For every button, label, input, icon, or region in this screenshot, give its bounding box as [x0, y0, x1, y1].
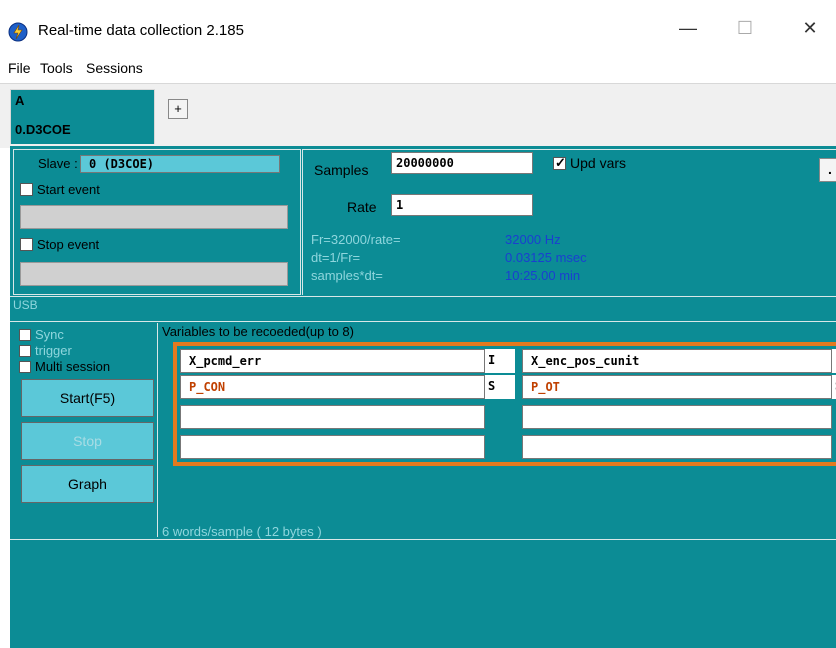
sync-label: Sync	[35, 327, 64, 342]
fr-label: Fr=32000/rate=	[311, 232, 401, 247]
checkbox-icon	[19, 361, 31, 373]
control-column: Sync trigger Multi session Start(F5) Sto…	[13, 323, 158, 537]
trigger-label: trigger	[35, 343, 72, 358]
start-event-checkbox[interactable]: Start event	[20, 182, 100, 197]
variable-1-type: I	[485, 349, 515, 373]
title-bar: Real-time data collection 2.185 — ☐ ✕	[0, 0, 836, 57]
more-options-button[interactable]: .	[819, 158, 836, 182]
session-tab-bar: A 0.D3COE +	[0, 83, 836, 148]
stop-event-field[interactable]	[20, 262, 288, 286]
checkbox-icon	[20, 238, 33, 251]
fr-value: 32000 Hz	[505, 232, 561, 247]
menu-sessions[interactable]: Sessions	[86, 60, 143, 76]
start-button[interactable]: Start(F5)	[21, 379, 154, 417]
maximize-button[interactable]: ☐	[725, 18, 765, 44]
checkbox-icon	[19, 329, 31, 341]
variable-4-field[interactable]: P_OT	[522, 375, 832, 399]
dt-label: dt=1/Fr=	[311, 250, 361, 265]
stop-event-checkbox[interactable]: Stop event	[20, 237, 99, 252]
variable-7-field[interactable]	[180, 435, 485, 459]
variable-5-field[interactable]	[180, 405, 485, 429]
stop-event-label: Stop event	[37, 237, 100, 252]
usb-label: USB	[13, 298, 38, 312]
add-tab-button[interactable]: +	[168, 99, 188, 119]
variables-heading: Variables to be recoeded(up to 8)	[162, 324, 354, 339]
words-per-sample: 6 words/sample ( 12 bytes )	[162, 524, 322, 539]
samples-label: Samples	[314, 162, 369, 178]
tab-session-a[interactable]: A 0.D3COE	[10, 89, 155, 144]
dt-value: 0.03125 msec	[505, 250, 587, 265]
multi-session-checkbox[interactable]: Multi session	[19, 359, 157, 374]
multi-session-label: Multi session	[35, 359, 111, 374]
main-panel: Slave : 0 (D3COE) Start event Stop event…	[10, 146, 836, 648]
menu-tools[interactable]: Tools	[40, 60, 73, 76]
start-event-label: Start event	[37, 182, 100, 197]
tab-slave-name: 0.D3COE	[15, 122, 71, 137]
close-button[interactable]: ✕	[790, 18, 830, 44]
menu-file[interactable]: File	[8, 60, 31, 76]
variable-3-type: S	[485, 375, 515, 399]
divider	[10, 296, 836, 297]
slave-label: Slave :	[38, 156, 78, 171]
app-icon	[8, 22, 28, 42]
menu-bar: File Tools Sessions	[0, 57, 836, 83]
start-event-field[interactable]	[20, 205, 288, 229]
window-title: Real-time data collection 2.185	[38, 22, 244, 39]
upd-vars-checkbox[interactable]: Upd vars	[553, 155, 626, 171]
slave-panel: Slave : 0 (D3COE) Start event Stop event	[13, 149, 301, 295]
rate-input[interactable]: 1	[391, 194, 533, 216]
trigger-checkbox[interactable]: trigger	[19, 343, 72, 358]
graph-button[interactable]: Graph	[21, 465, 154, 503]
divider	[10, 321, 836, 322]
variable-2-type: I	[832, 349, 836, 373]
total-time-value: 10:25.00 min	[505, 268, 581, 283]
divider	[10, 539, 836, 540]
variable-2-field[interactable]: X_enc_pos_cunit	[522, 349, 832, 373]
variable-1-field[interactable]: X_pcmd_err	[180, 349, 485, 373]
variable-6-field[interactable]	[522, 405, 832, 429]
sync-checkbox[interactable]: Sync	[19, 327, 64, 342]
variable-3-field[interactable]: P_CON	[180, 375, 485, 399]
checkbox-icon	[19, 345, 31, 357]
rate-label: Rate	[347, 199, 377, 215]
checkbox-icon	[20, 183, 33, 196]
stop-button[interactable]: Stop	[21, 422, 154, 460]
variable-8-field[interactable]	[522, 435, 832, 459]
variables-grid: X_pcmd_err I X_enc_pos_cunit I P_CON S P…	[173, 342, 836, 466]
samples-input[interactable]: 20000000	[391, 152, 533, 174]
checkbox-checked-icon	[553, 155, 566, 171]
total-time-label: samples*dt=	[311, 268, 383, 283]
minimize-button[interactable]: —	[668, 18, 708, 44]
variable-4-type: S	[832, 375, 836, 399]
sampling-panel: Samples 20000000 Upd vars . Rate 1 Fr=32…	[302, 149, 836, 295]
slave-select[interactable]: 0 (D3COE)	[80, 155, 280, 173]
upd-vars-label: Upd vars	[570, 155, 627, 171]
tab-letter: A	[15, 93, 25, 108]
